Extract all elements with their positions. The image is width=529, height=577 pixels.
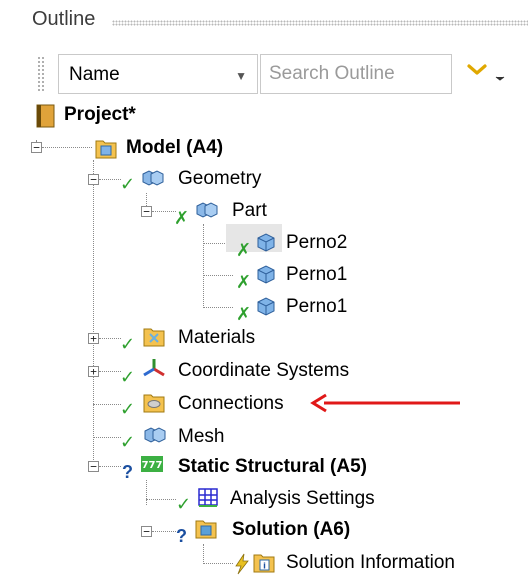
- solution-information-icon: i: [253, 554, 275, 573]
- outline-panel-header: Outline: [0, 0, 529, 44]
- svg-text:i: i: [263, 562, 266, 571]
- tree-label-project: Project*: [64, 104, 136, 125]
- name-combo-value: Name: [69, 64, 120, 85]
- check-icon: ✓: [120, 399, 136, 419]
- toolbar-grip[interactable]: [37, 56, 45, 92]
- project-book-icon: [36, 104, 55, 128]
- check-icon: ✗: [174, 208, 190, 228]
- check-icon: ✓: [120, 367, 136, 387]
- collapse-toggle-part[interactable]: −: [141, 206, 152, 217]
- tree-label-connections: Connections: [178, 393, 284, 414]
- coordinate-systems-icon: [143, 359, 165, 377]
- question-icon: ?: [176, 526, 187, 546]
- materials-folder-icon: [143, 328, 165, 347]
- tree-label-mesh: Mesh: [178, 426, 225, 447]
- tree-label-solution-information: Solution Information: [286, 552, 455, 573]
- mesh-icon: [144, 427, 166, 443]
- geometry-icon: [142, 170, 164, 186]
- lightning-icon: [235, 553, 249, 575]
- static-structural-icon: 777: [141, 456, 163, 472]
- expand-toggle-materials[interactable]: +: [88, 333, 99, 344]
- model-folder-icon: [95, 140, 117, 159]
- search-outline-input[interactable]: [261, 55, 451, 93]
- tree-label-perno2: Perno2: [286, 232, 348, 253]
- body-icon: [257, 265, 275, 284]
- tree-label-analysis-settings: Analysis Settings: [230, 488, 375, 509]
- tree-label-part: Part: [232, 200, 267, 221]
- check-icon: ✓: [120, 432, 136, 452]
- body-icon: [257, 297, 275, 316]
- analysis-settings-icon: [198, 488, 218, 507]
- name-filter-combo[interactable]: Name ▼: [58, 54, 258, 94]
- solution-folder-icon: [195, 520, 217, 539]
- tree-label-perno1: Perno1: [286, 264, 348, 285]
- collapse-toggle-static-structural[interactable]: −: [88, 461, 99, 472]
- header-grip: [112, 20, 528, 26]
- check-icon: ✓: [176, 494, 192, 514]
- collapse-toggle-model[interactable]: −: [31, 142, 42, 153]
- red-arrow-icon: [310, 393, 460, 413]
- collapse-toggle-geometry[interactable]: −: [88, 174, 99, 185]
- tree-label-coordinate-systems: Coordinate Systems: [178, 360, 350, 381]
- dropdown-arrow-icon: ▼: [235, 69, 247, 83]
- question-icon: ?: [122, 462, 133, 482]
- tree-label-model: Model (A4): [126, 137, 224, 158]
- tree-label-static-structural: Static Structural (A5): [178, 456, 367, 477]
- tree-label-materials: Materials: [178, 327, 256, 348]
- tree-label-perno1-second: Perno1: [286, 296, 348, 317]
- check-icon: ✓: [120, 174, 136, 194]
- panel-title: Outline: [32, 8, 96, 30]
- check-icon: ✗: [236, 240, 252, 260]
- svg-text:777: 777: [142, 460, 163, 471]
- body-icon: [257, 233, 275, 252]
- collapse-toggle-solution[interactable]: −: [141, 526, 152, 537]
- check-icon: ✓: [120, 334, 136, 354]
- tree-label-geometry: Geometry: [178, 168, 262, 189]
- filter-options-button[interactable]: [463, 54, 519, 94]
- connections-folder-icon: [143, 394, 165, 413]
- tree-label-solution: Solution (A6): [232, 519, 351, 540]
- expand-toggle-coordinate-systems[interactable]: +: [88, 366, 99, 377]
- chevron-down-icon: [467, 64, 505, 81]
- part-icon: [196, 202, 218, 218]
- check-icon: ✗: [236, 304, 252, 324]
- search-outline-box[interactable]: [260, 54, 452, 94]
- check-icon: ✗: [236, 272, 252, 292]
